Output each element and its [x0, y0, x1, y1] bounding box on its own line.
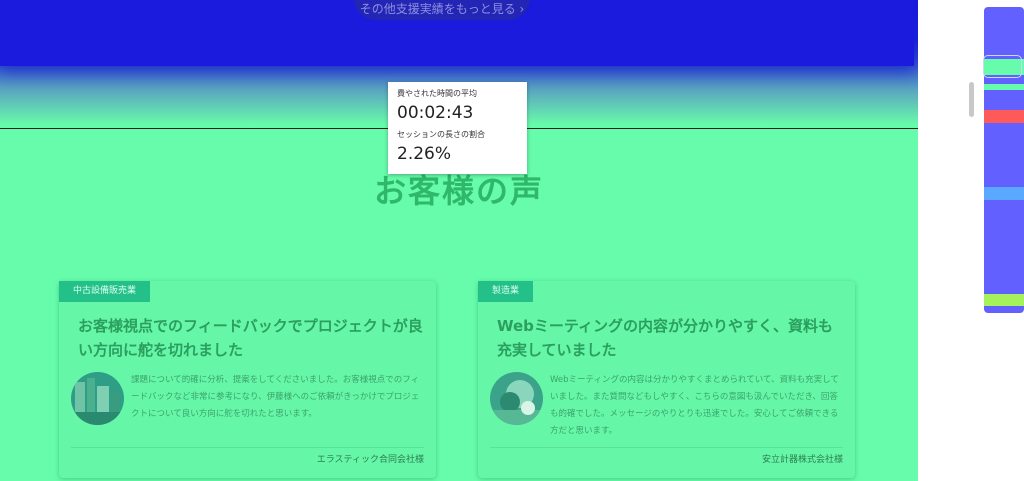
avg-time-label: 費やされた時間の平均 [397, 89, 477, 98]
avg-time-value: 00:02:43 [397, 103, 474, 123]
minimap-band-lime [984, 294, 1024, 306]
session-ratio-label: セッションの長さの割合 [397, 130, 485, 139]
company-name: エラスティック合同会社様 [316, 455, 424, 465]
minimap-band-sky [984, 187, 1024, 200]
industry-tag: 中古設備販売業 [59, 281, 151, 302]
card-divider [490, 447, 843, 448]
testimonial-title: Webミーティングの内容が分かりやすく、資料も充実していました [497, 317, 834, 359]
card-divider [71, 447, 424, 448]
heatmap-tooltip: 費やされた時間の平均 00:02:43 セッションの長さの割合 2.26% [388, 82, 527, 174]
page-content: その他支援実績をもっと見る › お客様の声 中古設備販売業 お客様視点でのフィー… [0, 0, 918, 481]
industry-tag: 製造業 [478, 281, 534, 302]
heatmap-minimap[interactable] [984, 7, 1024, 313]
testimonial-body: 課題について的確に分析、提案をしてくださいました。お客様視点でのフィードバックな… [131, 375, 420, 419]
company-name: 安立計器株式会社様 [761, 455, 843, 465]
minimap-band-green [984, 84, 1024, 90]
testimonial-body: Webミーティングの内容は分かりやすくまとめられていて、資料も充実していました。… [550, 375, 839, 436]
testimonial-card: 中古設備販売業 お客様視点でのフィードバックでプロジェクトが良い方向に舵を切れま… [59, 281, 436, 478]
customer-avatar [490, 372, 543, 425]
session-ratio-value: 2.26% [397, 144, 452, 164]
page-scrollbar[interactable] [969, 82, 974, 117]
testimonial-card: 製造業 Webミーティングの内容が分かりやすく、資料も充実していました Webミ… [478, 281, 855, 478]
minimap-viewport-handle[interactable] [983, 55, 1022, 78]
testimonial-title: お客様視点でのフィードバックでプロジェクトが良い方向に舵を切れました [78, 317, 423, 359]
customer-avatar [71, 372, 124, 425]
more-results-button[interactable]: その他支援実績をもっと見る › [354, 0, 530, 20]
minimap-band-red [984, 110, 1024, 123]
